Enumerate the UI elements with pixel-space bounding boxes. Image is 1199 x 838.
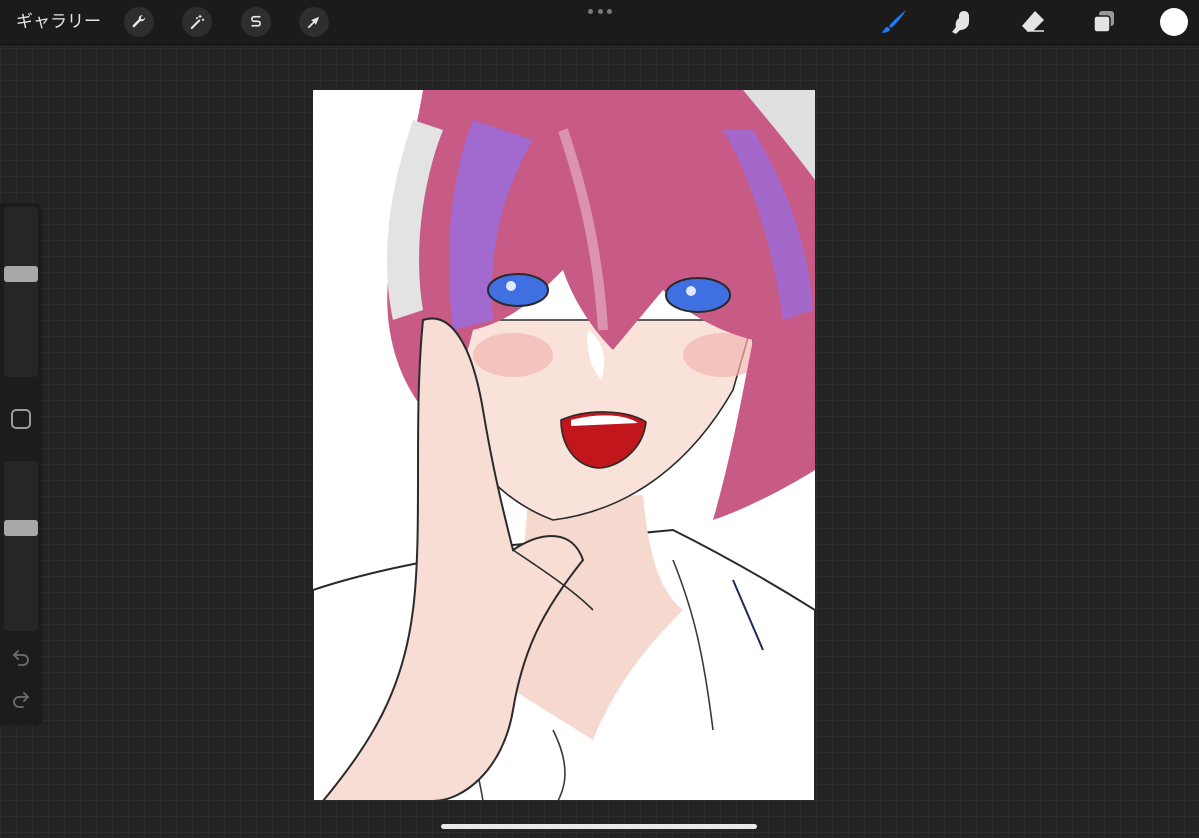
dot <box>597 8 603 14</box>
opacity-slider[interactable] <box>4 461 38 631</box>
redo-icon <box>13 692 29 708</box>
right-eye <box>665 277 731 313</box>
opacity-thumb[interactable] <box>4 520 38 536</box>
brush-tool-button[interactable] <box>877 6 911 38</box>
color-swatch-button[interactable] <box>1160 8 1188 36</box>
transform-button[interactable] <box>299 7 329 37</box>
drawing-canvas[interactable] <box>313 90 815 801</box>
wrench-icon <box>132 15 145 28</box>
eraser-tool-button[interactable] <box>1016 6 1050 38</box>
layers-button[interactable] <box>1087 6 1121 38</box>
undo-button[interactable] <box>9 645 33 669</box>
square-modify-icon[interactable] <box>11 409 31 429</box>
illustration <box>313 90 815 801</box>
left-eye <box>487 273 549 307</box>
top-toolbar: ギャラリー <box>0 0 1199 45</box>
magic-wand-icon <box>190 14 205 29</box>
actions-button[interactable] <box>124 7 154 37</box>
smudge-finger-icon <box>952 11 969 34</box>
layers-icon <box>1093 11 1114 33</box>
brush-icon <box>882 10 906 33</box>
adjustments-button[interactable] <box>182 7 212 37</box>
gallery-button[interactable]: ギャラリー <box>16 9 101 35</box>
selection-s-icon <box>251 15 261 27</box>
undo-icon <box>13 650 29 666</box>
more-dots-icon[interactable] <box>588 4 612 18</box>
redo-button[interactable] <box>9 687 33 711</box>
selection-button[interactable] <box>241 7 271 37</box>
brush-size-thumb[interactable] <box>4 266 38 282</box>
dot <box>607 8 612 14</box>
left-sidebar <box>0 203 42 725</box>
dot <box>588 8 593 14</box>
eraser-icon <box>1022 11 1044 32</box>
arrow-cursor-icon <box>307 16 320 29</box>
home-indicator[interactable] <box>441 824 757 829</box>
smudge-tool-button[interactable] <box>945 6 979 38</box>
brush-size-slider[interactable] <box>4 207 38 377</box>
